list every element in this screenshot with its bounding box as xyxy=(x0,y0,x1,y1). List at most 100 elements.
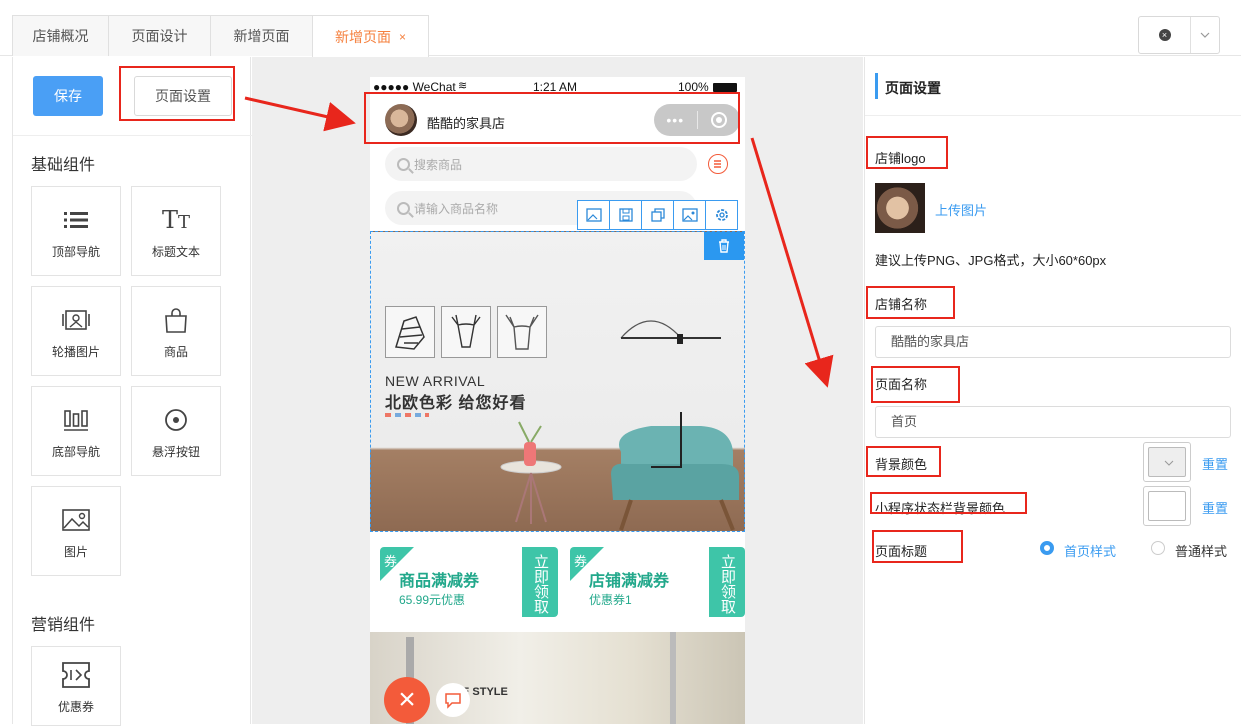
component-label: 优惠券 xyxy=(57,699,94,714)
text-icon: TT xyxy=(161,205,191,234)
claim-coupon-button[interactable]: 立即领取 xyxy=(522,547,558,617)
add-image-icon[interactable] xyxy=(577,200,610,230)
color-dots xyxy=(385,413,429,417)
frame-stag xyxy=(497,306,547,358)
trash-icon xyxy=(719,239,729,253)
replace-image-icon[interactable] xyxy=(673,200,706,230)
upload-hint: 建议上传PNG、JPG格式，大小60*60px xyxy=(875,253,1107,268)
divider xyxy=(13,135,252,136)
tab-label: 新增页面 xyxy=(233,28,290,44)
float-button-icon xyxy=(164,403,188,437)
search-bar[interactable]: 搜索商品 xyxy=(385,147,697,181)
component-product[interactable]: 商品 xyxy=(131,286,221,376)
close-fab-button[interactable]: × xyxy=(384,677,430,723)
tab-page-design[interactable]: 页面设计 xyxy=(108,15,211,56)
tab-store-overview[interactable]: 店铺概况 xyxy=(12,15,109,56)
radio-normal-style[interactable] xyxy=(1151,541,1165,555)
panel-title: 页面设置 xyxy=(885,80,941,96)
component-label: 商品 xyxy=(163,344,188,359)
list-icon xyxy=(64,203,88,237)
chat-icon xyxy=(445,693,461,709)
save-button[interactable]: 保存 xyxy=(33,76,103,116)
tab-label: 页面设计 xyxy=(131,28,188,44)
chevron-down-icon xyxy=(1164,460,1174,466)
banner-headline-cn: 北欧色彩 给您好看 xyxy=(385,395,527,412)
reset-bg-color-link[interactable]: 重置 xyxy=(1202,454,1228,473)
coupon-subtitle: 优惠券1 xyxy=(589,593,632,607)
tab-new-page[interactable]: 新增页面 xyxy=(210,15,313,56)
component-label: 轮播图片 xyxy=(51,344,100,359)
annotation-box xyxy=(870,492,1027,514)
statusbar-color-picker[interactable] xyxy=(1143,486,1191,526)
coupon-card[interactable]: 券 店铺满减券 优惠券1 立即领取 xyxy=(570,547,745,617)
coupon-tag-text: 券 xyxy=(574,554,588,569)
battery-icon xyxy=(713,83,737,92)
store-logo-image[interactable] xyxy=(875,183,925,233)
claim-coupon-button[interactable]: 立即领取 xyxy=(709,547,745,617)
pendant-lamp xyxy=(620,320,721,344)
panel-header: 页面设置 xyxy=(865,57,1241,116)
close-icon[interactable]: × xyxy=(399,30,406,44)
component-label: 顶部导航 xyxy=(51,244,100,259)
component-label: 图片 xyxy=(63,544,88,559)
chat-fab-button[interactable] xyxy=(436,683,470,717)
chevron-down-icon xyxy=(1200,32,1210,38)
background-color-picker[interactable] xyxy=(1143,442,1191,482)
normal-style-option[interactable]: 普通样式 xyxy=(1175,541,1227,560)
frame-deer xyxy=(441,306,491,358)
search-icon xyxy=(397,201,410,215)
header-accent xyxy=(875,73,878,99)
delete-component-button[interactable] xyxy=(704,232,744,260)
tab-bar: 店铺概况 页面设计 新增页面 新增页面 × × xyxy=(0,0,1241,57)
component-label: 标题文本 xyxy=(151,244,200,259)
carousel-banner[interactable]: NEW ARRIVAL 北欧色彩 给您好看 xyxy=(370,231,745,532)
armchair-scene xyxy=(500,412,739,531)
component-top-nav[interactable]: 顶部导航 xyxy=(31,186,121,276)
radio-home-style[interactable] xyxy=(1040,541,1054,555)
component-float-button[interactable]: 悬浮按钮 xyxy=(131,386,221,476)
home-style-option[interactable]: 首页样式 xyxy=(1064,541,1116,560)
store-name-field[interactable]: 酷酷的家具店 xyxy=(875,326,1231,358)
coupon-icon xyxy=(61,658,91,692)
coupon-subtitle: 65.99元优惠 xyxy=(399,593,466,607)
bag-icon xyxy=(164,303,188,337)
tab-label: 店铺概况 xyxy=(32,28,89,44)
color-preview xyxy=(1148,447,1186,477)
component-bottom-nav[interactable]: 底部导航 xyxy=(31,386,121,476)
annotation-box xyxy=(871,366,960,403)
image-icon xyxy=(62,503,90,537)
component-label: 底部导航 xyxy=(51,444,100,459)
coupon-tag-text: 券 xyxy=(384,554,398,569)
search-placeholder: 搜索商品 xyxy=(414,157,463,172)
tab-new-page-active[interactable]: 新增页面 × xyxy=(312,15,429,57)
component-coupon[interactable]: 优惠券 xyxy=(31,646,121,726)
component-label: 悬浮按钮 xyxy=(151,444,200,459)
window-frame xyxy=(670,632,676,724)
component-toolbar xyxy=(577,200,744,230)
menu-icon[interactable] xyxy=(708,154,728,174)
annotation-box xyxy=(866,286,955,319)
tab-dropdown-button[interactable] xyxy=(1191,17,1219,53)
component-image[interactable]: 图片 xyxy=(31,486,121,576)
component-title-text[interactable]: TT 标题文本 xyxy=(131,186,221,276)
bars-icon xyxy=(64,403,88,437)
close-all-tabs-button[interactable]: × xyxy=(1139,17,1191,53)
close-circle-icon: × xyxy=(1158,29,1171,41)
save-icon[interactable] xyxy=(609,200,642,230)
upload-image-link[interactable]: 上传图片 xyxy=(935,200,987,219)
settings-gear-icon[interactable] xyxy=(705,200,738,230)
search-placeholder: 请输入商品名称 xyxy=(414,201,499,216)
reset-statusbar-color-link[interactable]: 重置 xyxy=(1202,498,1228,517)
coupon-card[interactable]: 券 商品满减券 65.99元优惠 立即领取 xyxy=(380,547,558,617)
page-name-field[interactable]: 首页 xyxy=(875,406,1231,438)
coupon-title: 商品满减券 xyxy=(399,573,480,590)
marketing-components-title: 营销组件 xyxy=(31,617,96,634)
frame-zebra xyxy=(385,306,435,358)
annotation-box xyxy=(119,66,235,121)
component-panel: 保存 页面设置 基础组件 顶部导航 TT 标题文本 轮播图片 商品 底部导航 悬… xyxy=(12,57,252,726)
color-preview xyxy=(1148,491,1186,521)
copy-icon[interactable] xyxy=(641,200,674,230)
carousel-icon xyxy=(62,303,90,337)
component-carousel[interactable]: 轮播图片 xyxy=(31,286,121,376)
banner-headline-en: NEW ARRIVAL xyxy=(385,373,486,389)
